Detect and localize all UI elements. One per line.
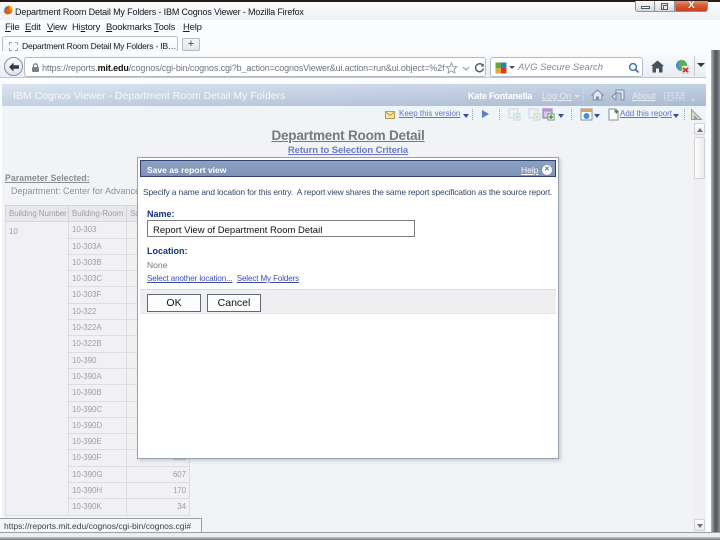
- svg-text:IBM: IBM: [663, 90, 685, 103]
